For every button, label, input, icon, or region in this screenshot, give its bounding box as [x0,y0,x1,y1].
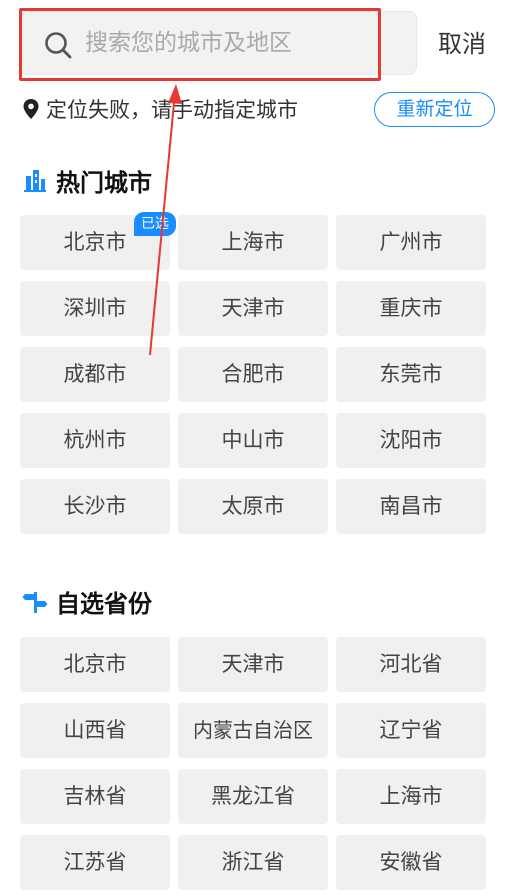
provinces-title: 自选省份 [56,589,152,618]
province-option[interactable]: 安徽省 [336,835,486,890]
cancel-button[interactable]: 取消 [438,28,486,60]
search-input[interactable]: 搜索您的城市及地区 [20,11,417,75]
city-option[interactable]: 合肥市 [178,347,328,402]
location-pin-icon [23,99,39,119]
city-option[interactable]: 深圳市 [20,281,170,336]
city-option[interactable]: 成都市 [20,347,170,402]
province-option[interactable]: 辽宁省 [336,703,486,758]
province-option[interactable]: 天津市 [178,637,328,692]
province-option[interactable]: 江苏省 [20,835,170,890]
city-option[interactable]: 重庆市 [336,281,486,336]
city-option[interactable]: 长沙市 [20,479,170,534]
city-option[interactable]: 南昌市 [336,479,486,534]
location-status: 定位失败，请手动指定城市 [22,94,298,124]
city-option[interactable]: 太原市 [178,479,328,534]
province-option[interactable]: 浙江省 [178,835,328,890]
province-option[interactable]: 河北省 [336,637,486,692]
hot-cities-title: 热门城市 [56,168,152,197]
selected-badge: 已选 [134,212,176,236]
city-option[interactable]: 杭州市 [20,413,170,468]
city-option[interactable]: 上海市 [178,215,328,270]
province-option[interactable]: 上海市 [336,769,486,824]
search-placeholder: 搜索您的城市及地区 [85,30,292,56]
province-option[interactable]: 内蒙古自治区 [178,703,328,758]
search-icon [45,32,72,59]
city-option[interactable]: 沈阳市 [336,413,486,468]
relocate-button[interactable]: 重新定位 [374,92,495,127]
buildings-icon [24,170,46,192]
province-option[interactable]: 北京市 [20,637,170,692]
signpost-icon [22,592,48,613]
city-option[interactable]: 天津市 [178,281,328,336]
city-option[interactable]: 东莞市 [336,347,486,402]
city-option[interactable]: 广州市 [336,215,486,270]
province-option[interactable]: 吉林省 [20,769,170,824]
location-status-text: 定位失败，请手动指定城市 [46,98,298,122]
provinces-header: 自选省份 [22,586,152,618]
province-option[interactable]: 山西省 [20,703,170,758]
province-option[interactable]: 黑龙江省 [178,769,328,824]
city-option[interactable]: 中山市 [178,413,328,468]
hot-cities-header: 热门城市 [22,165,152,197]
